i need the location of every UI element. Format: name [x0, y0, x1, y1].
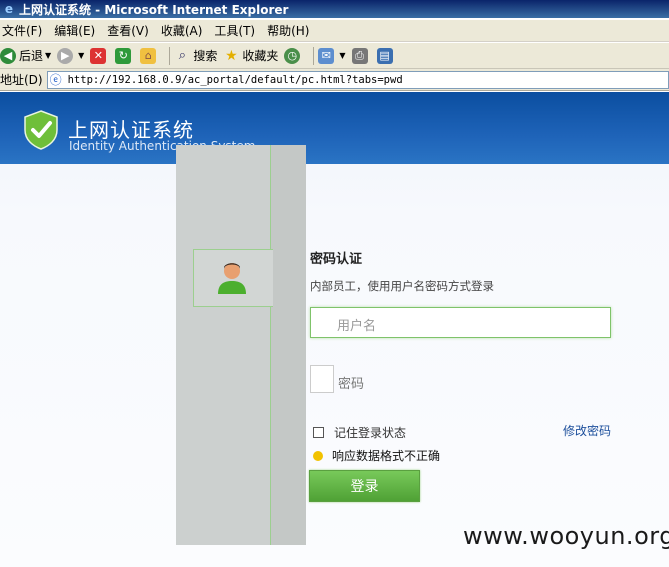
- shield-logo-icon: [24, 110, 58, 150]
- stop-button[interactable]: ✕: [90, 45, 109, 67]
- print-button[interactable]: ⎙: [351, 45, 371, 67]
- mail-button[interactable]: ✉ ▼: [318, 45, 346, 67]
- back-icon: ◀: [0, 47, 16, 64]
- menu-file[interactable]: 文件(F): [0, 22, 52, 39]
- page-header: 上网认证系统 Identity Authentication System: [0, 92, 669, 164]
- avatar-tab: [193, 249, 273, 307]
- side-panel-rail: [270, 145, 306, 545]
- error-message: 响应数据格式不正确: [313, 447, 440, 464]
- browser-toolbar: ◀ 后退 ▼ ▶ ▼ ✕ ↻ ⌂ ⌕ 搜索 ★ 收藏夹 ◷ ✉ ▼ ⎙ ▤: [0, 43, 669, 69]
- warning-dot-icon: [313, 450, 323, 461]
- window-titlebar: e 上网认证系统 - Microsoft Internet Explorer: [0, 0, 669, 18]
- mail-dropdown-icon[interactable]: ▼: [339, 51, 345, 60]
- refresh-icon: ↻: [115, 47, 132, 64]
- search-label: 搜索: [193, 49, 218, 63]
- home-button[interactable]: ⌂: [140, 45, 159, 67]
- menu-bar: 文件(F) 编辑(E) 查看(V) 收藏(A) 工具(T) 帮助(H): [0, 20, 669, 42]
- remember-checkbox[interactable]: [313, 427, 324, 438]
- refresh-button[interactable]: ↻: [115, 45, 134, 67]
- forward-button[interactable]: ▶ ▼: [57, 45, 84, 67]
- history-button[interactable]: ◷: [284, 45, 303, 67]
- stop-icon: ✕: [90, 47, 107, 64]
- search-button[interactable]: ⌕ 搜索: [174, 45, 218, 67]
- history-icon: ◷: [284, 47, 301, 64]
- address-bar: 地址(D) ⓔ http://192.168.0.9/ac_portal/def…: [0, 69, 669, 91]
- search-icon: ⌕: [178, 47, 186, 63]
- back-button[interactable]: ◀ 后退 ▼: [0, 45, 51, 67]
- favorites-button[interactable]: ★ 收藏夹: [223, 45, 278, 67]
- username-field[interactable]: 用户名: [310, 307, 611, 338]
- ie-logo-icon: e: [4, 2, 14, 16]
- login-description: 内部员工，使用用户名密码方式登录: [310, 279, 494, 293]
- menu-edit[interactable]: 编辑(E): [52, 22, 105, 39]
- remember-label: 记住登录状态: [334, 426, 407, 440]
- address-input[interactable]: ⓔ http://192.168.0.9/ac_portal/default/p…: [46, 70, 669, 89]
- user-avatar-icon: [218, 263, 246, 294]
- print-icon: ⎙: [351, 47, 368, 64]
- watermark: www.wooyun.org: [463, 522, 669, 550]
- error-text: 响应数据格式不正确: [332, 449, 441, 463]
- menu-tools[interactable]: 工具(T): [212, 22, 265, 39]
- menu-help[interactable]: 帮助(H): [265, 22, 319, 39]
- password-placeholder: 密码: [338, 377, 365, 392]
- login-button[interactable]: 登录: [309, 470, 420, 502]
- forward-icon: ▶: [57, 47, 74, 64]
- toolbar-divider: [169, 46, 171, 65]
- side-panel: [176, 145, 306, 545]
- remember-login[interactable]: 记住登录状态: [313, 424, 406, 441]
- page-icon: ⓔ: [49, 72, 62, 87]
- mail-icon: ✉: [318, 47, 335, 64]
- back-dropdown-icon[interactable]: ▼: [45, 51, 51, 60]
- edit-button[interactable]: ▤: [376, 45, 396, 67]
- change-password-link[interactable]: 修改密码: [563, 422, 611, 439]
- login-title: 密码认证: [310, 252, 363, 267]
- forward-dropdown-icon[interactable]: ▼: [78, 51, 84, 60]
- menu-view[interactable]: 查看(V): [105, 22, 159, 39]
- home-icon: ⌂: [140, 47, 157, 64]
- back-label: 后退: [19, 49, 44, 63]
- favorites-icon: ★: [225, 47, 238, 64]
- password-field[interactable]: [310, 365, 334, 393]
- toolbar-divider: [313, 46, 315, 65]
- window-title: 上网认证系统 - Microsoft Internet Explorer: [19, 2, 289, 17]
- address-label: 地址(D): [0, 73, 43, 87]
- menu-favorites[interactable]: 收藏(A): [159, 22, 213, 39]
- address-url: http://192.168.0.9/ac_portal/default/pc.…: [67, 73, 403, 86]
- page-content: 上网认证系统 Identity Authentication System 密码…: [0, 92, 669, 567]
- favorites-label: 收藏夹: [242, 49, 279, 63]
- username-placeholder: 用户名: [337, 319, 377, 334]
- edit-icon: ▤: [376, 47, 393, 64]
